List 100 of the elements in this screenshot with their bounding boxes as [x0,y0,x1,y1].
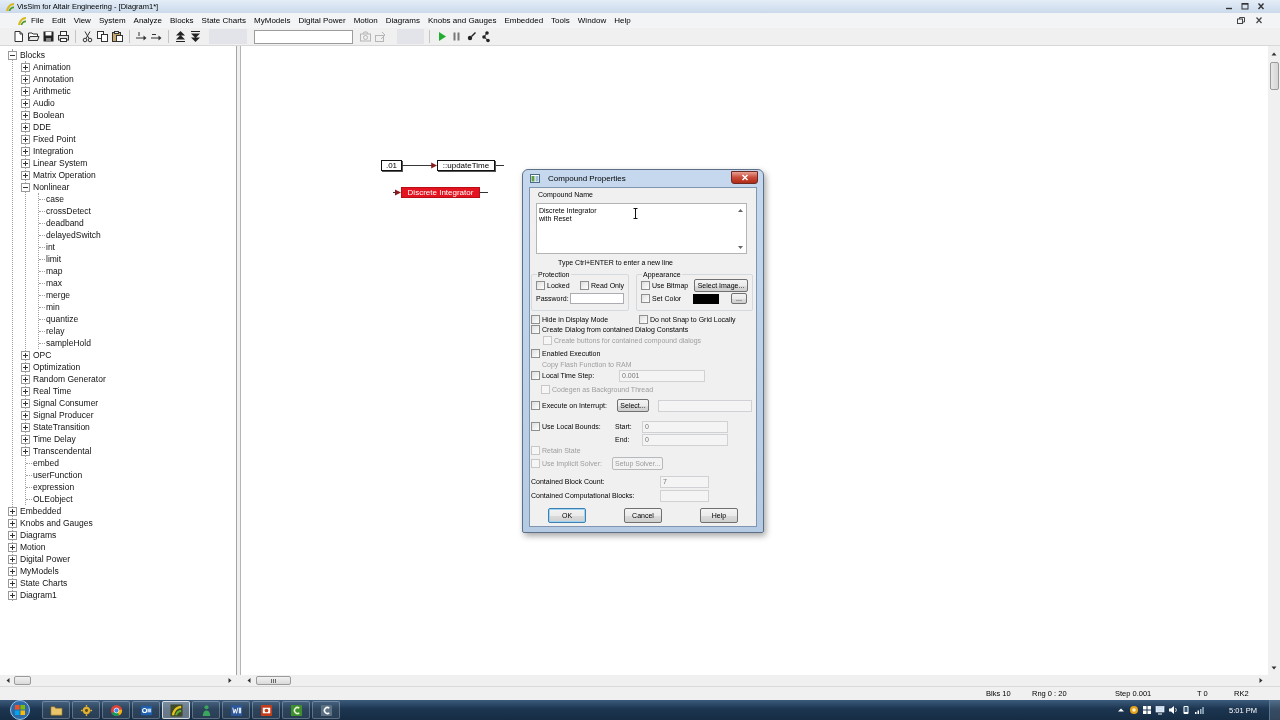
taskbar-app-button[interactable] [132,701,160,719]
plus-box-icon[interactable] [21,134,30,144]
plus-box-icon[interactable] [21,86,30,96]
tree-item[interactable]: limit [46,253,62,265]
plus-box-icon[interactable] [8,590,17,600]
menu-item[interactable]: Digital Power [294,14,350,27]
menu-item[interactable]: Analyze [129,14,167,27]
plus-box-icon[interactable] [8,566,17,576]
status-circle-icon[interactable] [1129,705,1140,715]
tree-item[interactable]: State Charts [20,577,68,589]
toolbar-input-field[interactable] [254,29,353,44]
scroll-left-arrow-icon[interactable] [244,675,254,686]
password-field[interactable] [570,293,624,304]
close-button[interactable] [731,171,758,184]
plus-box-icon[interactable] [8,518,17,528]
scroll-thumb[interactable] [256,676,291,685]
windows-flag-icon[interactable] [1142,705,1153,715]
menu-item[interactable]: Embedded [500,14,548,27]
tree-item[interactable]: StateTransition [33,421,90,433]
monitor-icon[interactable] [1155,705,1166,715]
checkbox[interactable] [580,280,589,290]
scroll-up-arrow-icon[interactable] [737,208,744,213]
plus-box-icon[interactable] [8,542,17,552]
checkbox[interactable] [639,314,648,324]
scroll-thumb[interactable] [1269,62,1279,90]
tree-item[interactable]: merge [46,289,71,301]
tree-item[interactable]: expression [33,481,75,493]
move-up-icon[interactable] [174,30,187,43]
plus-box-icon[interactable] [8,554,17,564]
tree-item[interactable]: Random Generator [33,373,106,385]
menu-item[interactable]: Blocks [166,14,198,27]
close-icon[interactable] [1254,16,1264,25]
tree-item[interactable]: crossDetect [46,205,91,217]
tree-item[interactable]: map [46,265,63,277]
tree-item[interactable]: Motion [20,541,46,553]
tree-item[interactable]: Blocks [20,49,46,61]
plus-box-icon[interactable] [21,350,30,360]
tree-item[interactable]: Signal Producer [33,409,94,421]
tree-item[interactable]: Nonlinear [33,181,70,193]
signal-bars-icon[interactable] [1194,705,1205,715]
tree-item[interactable]: Time Delay [33,433,76,445]
taskbar-app-button[interactable] [42,701,70,719]
plus-box-icon[interactable] [21,386,30,396]
tree-item[interactable]: delayedSwitch [46,229,101,241]
menu-item[interactable]: System [94,14,130,27]
tree-item[interactable]: min [46,301,60,313]
plus-box-icon[interactable] [21,422,30,432]
checkbox[interactable] [536,280,545,290]
tree-item[interactable]: max [46,277,63,289]
tree-item[interactable]: case [46,193,64,205]
plus-box-icon[interactable] [21,374,30,384]
tree-item[interactable]: Linear System [33,157,88,169]
paste-icon[interactable] [111,30,124,43]
tree-item[interactable]: MyModels [20,565,59,577]
menu-item[interactable]: Help [610,14,635,27]
app-logo-icon[interactable] [17,15,27,26]
plus-box-icon[interactable] [21,434,30,444]
menu-item[interactable]: State Charts [197,14,251,27]
tree-item[interactable]: Audio [33,97,55,109]
plus-box-icon[interactable] [21,74,30,84]
copy-icon[interactable] [96,30,109,43]
diagram-block[interactable]: .01 [381,160,402,171]
tree-item[interactable]: Knobs and Gauges [20,517,93,529]
checkbox[interactable] [531,401,540,410]
tree-item[interactable]: Embedded [20,505,62,517]
node-link-icon[interactable] [480,30,493,43]
plus-box-icon[interactable] [8,506,17,516]
menu-item[interactable]: Diagrams [381,14,424,27]
plus-box-icon[interactable] [21,146,30,156]
taskbar-app-button[interactable] [282,701,310,719]
volume-icon[interactable] [1168,705,1179,715]
start-orb-icon[interactable] [10,700,30,720]
tree-item[interactable]: OLEobject [33,493,73,505]
menu-item[interactable]: View [69,14,95,27]
checkbox[interactable] [531,349,540,358]
plus-box-icon[interactable] [21,158,30,168]
tree-item[interactable]: sampleHold [46,337,91,349]
plus-box-icon[interactable] [21,170,30,180]
diagram-block[interactable]: Discrete Integrator [401,187,480,198]
plus-box-icon[interactable] [21,98,30,108]
tree-item[interactable]: Animation [33,61,71,73]
checkbox[interactable] [531,325,540,334]
arrow-right-icon[interactable] [135,30,148,43]
menu-item[interactable]: Knobs and Gauges [423,14,501,27]
tree-item[interactable]: Arithmetic [33,85,71,97]
print-icon[interactable] [57,30,70,43]
save-icon[interactable] [42,30,55,43]
tree-item[interactable]: quantize [46,313,79,325]
taskbar-app-button[interactable] [162,701,190,719]
tree-item[interactable]: Boolean [33,109,65,121]
checkbox[interactable] [531,422,540,431]
scroll-thumb[interactable] [14,676,31,685]
taskbar-app-button[interactable] [72,701,100,719]
plus-box-icon[interactable] [21,122,30,132]
plus-box-icon[interactable] [21,398,30,408]
menu-item[interactable]: Tools [547,14,574,27]
tree-item[interactable]: embed [33,457,59,469]
restore-icon[interactable] [1236,16,1246,25]
tree-item[interactable]: Fixed Point [33,133,76,145]
taskbar-app-button[interactable] [222,701,250,719]
